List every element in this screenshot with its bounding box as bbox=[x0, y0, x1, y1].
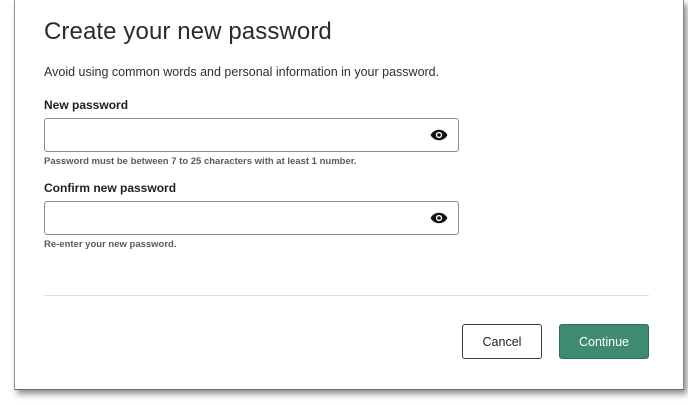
cancel-button[interactable]: Cancel bbox=[462, 324, 542, 359]
confirm-password-label: Confirm new password bbox=[44, 181, 177, 195]
new-password-label: New password bbox=[44, 98, 129, 112]
new-password-input[interactable] bbox=[45, 119, 425, 151]
dialog-title: Create your new password bbox=[44, 18, 332, 45]
confirm-password-field-container bbox=[44, 201, 459, 235]
confirm-password-helper: Re-enter your new password. bbox=[44, 239, 177, 250]
continue-button[interactable]: Continue bbox=[559, 324, 649, 359]
eye-icon[interactable] bbox=[430, 211, 448, 225]
new-password-field-container bbox=[44, 118, 459, 152]
new-password-helper: Password must be between 7 to 25 charact… bbox=[44, 156, 357, 167]
confirm-password-input[interactable] bbox=[45, 202, 425, 234]
divider bbox=[44, 295, 649, 296]
eye-icon[interactable] bbox=[430, 128, 448, 142]
dialog-subtitle: Avoid using common words and personal in… bbox=[44, 65, 440, 79]
create-password-dialog: Create your new password Avoid using com… bbox=[14, 0, 684, 390]
